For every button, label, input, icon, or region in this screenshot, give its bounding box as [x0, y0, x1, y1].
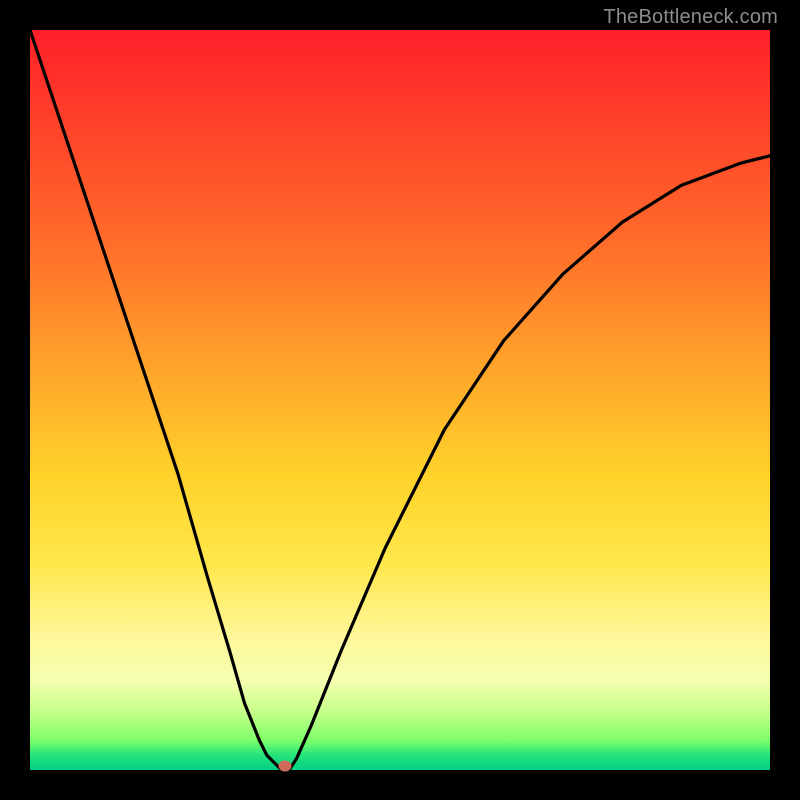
- plot-area: [30, 30, 770, 770]
- chart-frame: TheBottleneck.com: [0, 0, 800, 800]
- min-marker: [279, 761, 292, 772]
- bottleneck-curve: [30, 30, 770, 770]
- curve-path: [30, 30, 770, 770]
- attribution-label: TheBottleneck.com: [603, 6, 778, 29]
